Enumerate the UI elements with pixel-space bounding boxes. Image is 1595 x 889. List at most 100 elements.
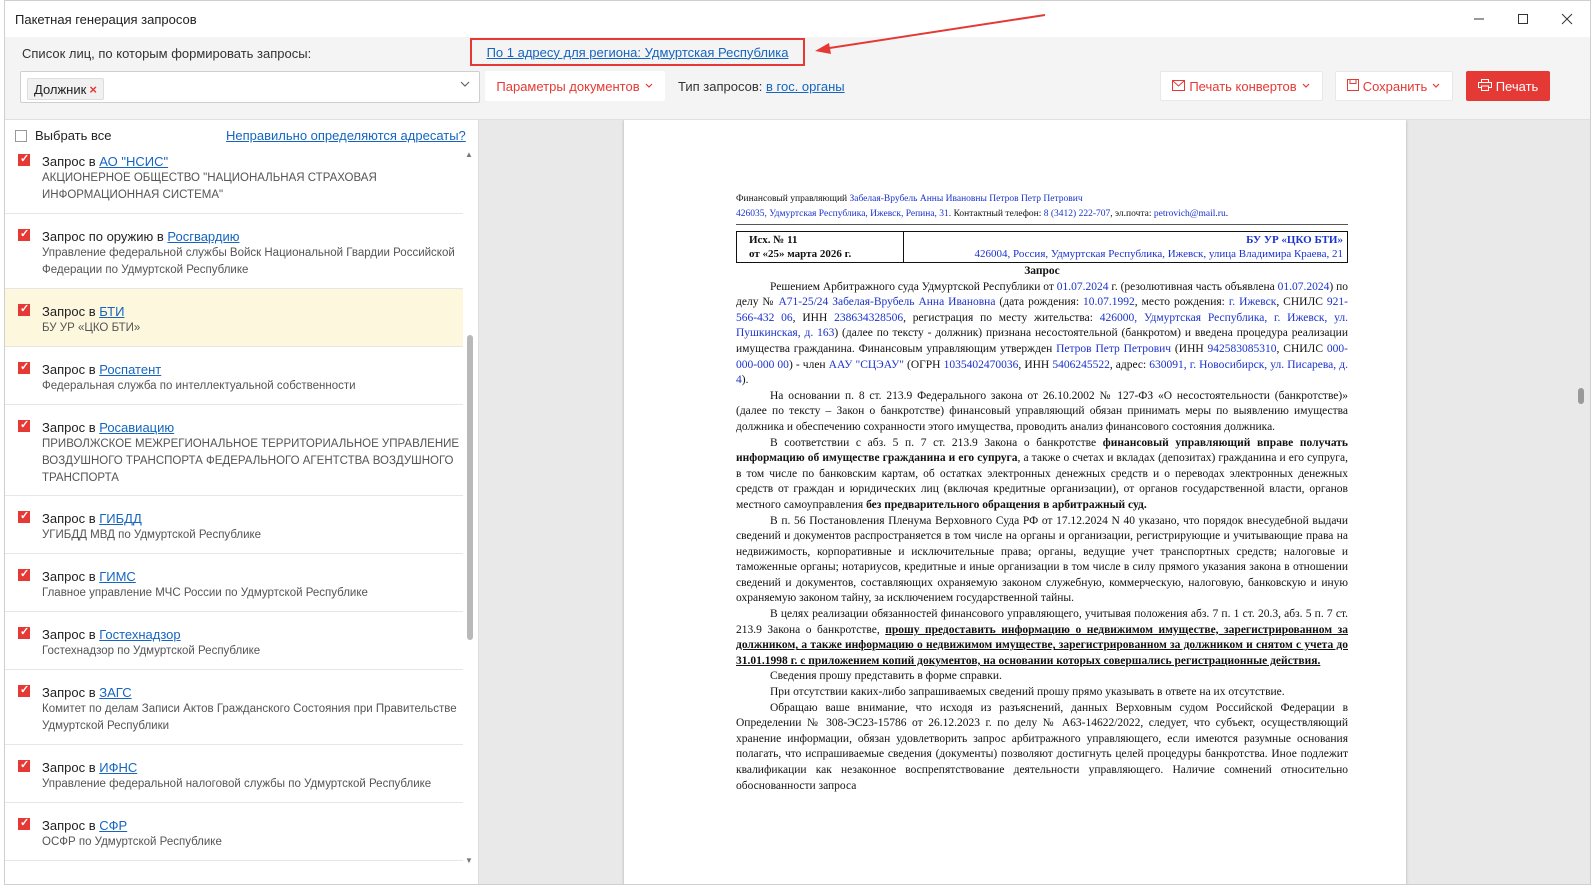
select-all-checkbox[interactable] xyxy=(15,129,27,142)
close-icon[interactable] xyxy=(1552,7,1582,31)
doc-header-table: Исх. № 11 от «25» марта 2026 г. БУ УР «ЦК… xyxy=(736,231,1348,263)
list-item[interactable]: Запрос в ГИМС Главное управление МЧС Рос… xyxy=(5,554,463,612)
save-icon xyxy=(1346,78,1359,94)
request-description: Федеральная служба по интеллектуальной с… xyxy=(42,380,356,392)
request-target-link[interactable]: ГИБДД xyxy=(99,511,142,526)
doc-sender-line: Финансовый управляющий Забелая-Врубель А… xyxy=(736,194,1083,204)
list-scrollbar[interactable]: ▲ ▼ xyxy=(465,150,475,870)
save-label: Сохранить xyxy=(1362,78,1428,94)
request-checkbox[interactable] xyxy=(18,683,30,697)
request-target-link[interactable]: БТИ xyxy=(99,304,124,319)
select-all[interactable]: Выбрать все xyxy=(15,128,111,143)
select-all-label: Выбрать все xyxy=(35,128,112,143)
minimize-icon[interactable] xyxy=(1464,7,1494,31)
request-prefix: Запрос в xyxy=(42,362,100,377)
doc-out-date: от «25» марта 2026 г. xyxy=(749,248,852,260)
request-checkbox[interactable] xyxy=(18,509,30,523)
doc-paragraph: В п. 56 Постановления Пленума Верховного… xyxy=(736,514,1348,605)
request-checkbox[interactable] xyxy=(18,152,30,166)
request-checkbox[interactable] xyxy=(18,816,30,830)
request-prefix: Запрос в xyxy=(42,511,100,526)
chevron-down-icon xyxy=(1431,79,1441,94)
doc-out-number: Исх. № 11 xyxy=(749,234,798,246)
print-envelopes-label: Печать конвертов xyxy=(1189,78,1297,94)
list-item[interactable]: Запрос в Гостехнадзор Гостехнадзор по Уд… xyxy=(5,612,463,670)
request-target-link[interactable]: Росавиацию xyxy=(99,420,174,435)
print-button[interactable]: Печать xyxy=(1466,71,1550,101)
persons-select[interactable]: Должник × xyxy=(20,71,480,103)
envelope-icon xyxy=(1172,79,1186,94)
address-region-link-box: По 1 адресу для региона: Удмуртская Респ… xyxy=(470,38,805,66)
request-description: БУ УР «ЦКО БТИ» xyxy=(42,322,141,334)
request-target-link[interactable]: Гостехнадзор xyxy=(99,627,180,642)
doc-paragraph: Сведения прошу представить в форме справ… xyxy=(770,670,1002,683)
request-target-link[interactable]: ЗАГС xyxy=(99,685,131,700)
request-type-link[interactable]: в гос. органы xyxy=(766,79,845,94)
request-checkbox[interactable] xyxy=(18,418,30,432)
doc-divider xyxy=(736,224,1348,225)
request-description: Гостехнадзор по Удмуртской Республике xyxy=(42,645,261,657)
list-item[interactable]: Запрос в Росавиацию ПРИВОЛЖСКОЕ МЕЖРЕГИО… xyxy=(5,405,463,496)
request-description: Управление федеральной налоговой службы … xyxy=(42,778,432,790)
request-checkbox[interactable] xyxy=(18,625,30,639)
save-button[interactable]: Сохранить xyxy=(1335,71,1453,101)
list-item[interactable]: Запрос в ЗАГС Комитет по делам Записи Ак… xyxy=(5,670,463,745)
request-prefix: Запрос в xyxy=(42,627,100,642)
doc-recipient-address: 426004, Россия, Удмуртская Республика, И… xyxy=(974,248,1343,260)
request-type-label: Тип запросов: xyxy=(678,79,763,94)
list-item[interactable]: Запрос в АО "НСИС" АКЦИОНЕРНОЕ ОБЩЕСТВО … xyxy=(5,150,463,214)
print-envelopes-button[interactable]: Печать конвертов xyxy=(1160,71,1323,101)
request-checkbox[interactable] xyxy=(18,227,30,241)
request-description: УГИБДД МВД по Удмуртской Республике xyxy=(42,529,262,541)
request-checkbox[interactable] xyxy=(18,360,30,374)
request-target-link[interactable]: Росгвардию xyxy=(167,229,239,244)
request-target-link[interactable]: СФР xyxy=(99,818,127,833)
request-target-link[interactable]: ГИМС xyxy=(99,569,136,584)
maximize-icon[interactable] xyxy=(1508,7,1538,31)
request-checkbox[interactable] xyxy=(18,567,30,581)
request-description: Управление федеральной службы Войск Наци… xyxy=(42,247,455,276)
list-item[interactable]: Запрос в ГИБДД УГИБДД МВД по Удмуртской … xyxy=(5,496,463,554)
request-prefix: Запрос в xyxy=(42,154,100,169)
request-prefix: Запрос в xyxy=(42,760,100,775)
request-target-link[interactable]: АО "НСИС" xyxy=(99,154,168,169)
remove-chip-icon[interactable]: × xyxy=(89,82,97,97)
request-checkbox[interactable] xyxy=(18,758,30,772)
request-prefix: Запрос в xyxy=(42,569,100,584)
doc-paragraph: В целях реализации обязанностей финансов… xyxy=(736,608,1349,667)
list-item[interactable]: Запрос в Роспатент Федеральная служба по… xyxy=(5,347,463,405)
request-prefix: Запрос в xyxy=(42,420,100,435)
wrong-addressees-link[interactable]: Неправильно определяются адресаты? xyxy=(226,128,466,143)
list-item[interactable]: Запрос в БТИ БУ УР «ЦКО БТИ» xyxy=(5,289,463,347)
list-item[interactable]: Запрос по оружию в Росгвардию Управление… xyxy=(5,214,463,289)
request-target-link[interactable]: ИФНС xyxy=(99,760,137,775)
doc-paragraph: В соответствии с абз. 5 п. 7 ст. 213.9 З… xyxy=(736,436,1348,511)
printer-icon xyxy=(1477,78,1492,94)
list-scroll-thumb[interactable] xyxy=(467,335,473,640)
request-list: Запрос в АО "НСИС" АКЦИОНЕРНОЕ ОБЩЕСТВО … xyxy=(5,150,463,861)
chevron-down-icon xyxy=(644,79,654,94)
preview-scrollbar[interactable] xyxy=(1576,120,1586,880)
request-description: ОСФР по Удмуртской Республике xyxy=(42,836,222,848)
request-target-link[interactable]: Роспатент xyxy=(99,362,161,377)
list-item[interactable]: Запрос в СФР ОСФР по Удмуртской Республи… xyxy=(5,803,463,861)
request-description: АКЦИОНЕРНОЕ ОБЩЕСТВО "НАЦИОНАЛЬНАЯ СТРАХ… xyxy=(42,172,377,201)
list-item[interactable]: Запрос в ИФНС Управление федеральной нал… xyxy=(5,745,463,803)
preview-scroll-thumb[interactable] xyxy=(1578,388,1584,404)
document-params-button[interactable]: Параметры документов xyxy=(485,71,665,101)
request-description: ПРИВОЛЖСКОЕ МЕЖРЕГИОНАЛЬНОЕ ТЕРРИТОРИАЛЬ… xyxy=(42,438,460,484)
document-preview: Финансовый управляющий Забелая-Врубель А… xyxy=(479,120,1590,884)
chevron-down-icon[interactable] xyxy=(459,78,471,93)
address-region-link[interactable]: По 1 адресу для региона: Удмуртская Респ… xyxy=(487,45,789,60)
request-checkbox[interactable] xyxy=(18,302,30,316)
request-prefix: Запрос в xyxy=(42,818,100,833)
scroll-up-icon[interactable]: ▲ xyxy=(465,150,473,159)
chevron-down-icon xyxy=(1301,79,1311,94)
window-title: Пакетная генерация запросов xyxy=(15,12,197,27)
doc-heading: Запрос xyxy=(1024,265,1060,277)
scroll-down-icon[interactable]: ▼ xyxy=(465,856,473,865)
request-description: Главное управление МЧС России по Удмуртс… xyxy=(42,587,368,599)
doc-paragraph: На основании п. 8 ст. 213.9 Федерального… xyxy=(736,389,1348,433)
document-body: Финансовый управляющий Забелая-Врубель А… xyxy=(736,192,1348,794)
print-label: Печать xyxy=(1495,78,1539,94)
